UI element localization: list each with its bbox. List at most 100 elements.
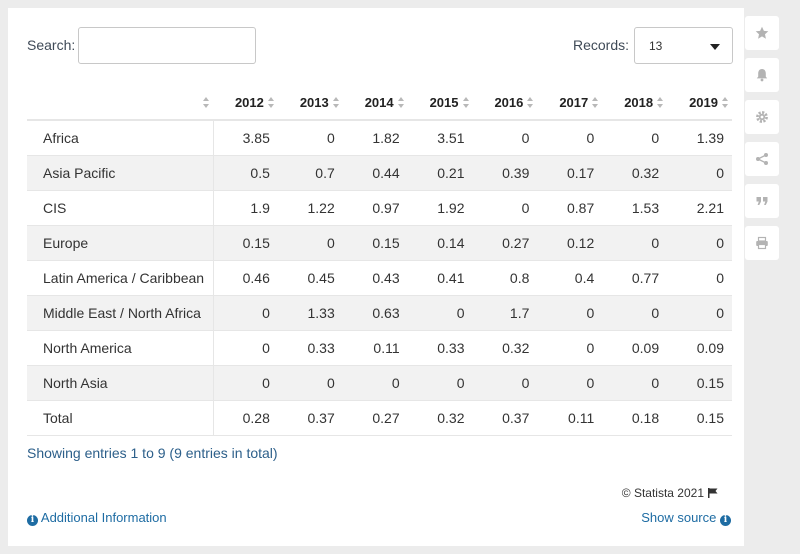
records-select[interactable]: 13 bbox=[634, 27, 733, 64]
table-cell: 0.46 bbox=[213, 260, 278, 296]
table-cell: 0.14 bbox=[407, 225, 473, 261]
table-cell: 0 bbox=[667, 260, 732, 296]
info-icon: i bbox=[27, 515, 38, 526]
column-header-2013[interactable]: 2013 bbox=[277, 86, 343, 121]
table-cell: 0.44 bbox=[342, 155, 408, 191]
table-cell: 0 bbox=[213, 295, 278, 331]
table-row: Latin America / Caribbean 0.46 0.45 0.43 0.4… bbox=[27, 260, 732, 296]
column-header-2019[interactable]: 2019 bbox=[667, 86, 732, 121]
column-header-2015[interactable]: 2015 bbox=[407, 86, 473, 121]
table-cell: 0.41 bbox=[407, 260, 473, 296]
show-source-link[interactable]: Show source i bbox=[641, 510, 731, 526]
table-cell: 0 bbox=[537, 120, 603, 156]
row-label: Africa bbox=[27, 120, 214, 156]
column-header-2016[interactable]: 2016 bbox=[472, 86, 538, 121]
bell-icon bbox=[756, 69, 768, 82]
table-cell: 0.8 bbox=[472, 260, 538, 296]
table-cell: 3.85 bbox=[213, 120, 278, 156]
info-icon: i bbox=[720, 515, 731, 526]
table-row: North America 0 0.33 0.11 0.33 0.32 0 0.09 0.09 bbox=[27, 330, 732, 366]
table-cell: 1.53 bbox=[602, 190, 668, 226]
table-cell: 0.7 bbox=[277, 155, 343, 191]
row-label: Total bbox=[27, 400, 214, 436]
row-label: North Asia bbox=[27, 365, 214, 401]
quote-icon bbox=[756, 197, 768, 205]
table-cell: 0 bbox=[277, 365, 343, 401]
table-cell: 0.11 bbox=[537, 400, 603, 436]
chevron-down-icon bbox=[710, 44, 720, 50]
table-cell: 0.09 bbox=[667, 330, 732, 366]
table-row: CIS 1.9 1.22 0.97 1.92 0 0.87 1.53 2.21 bbox=[27, 190, 732, 226]
sort-icon bbox=[203, 97, 210, 109]
additional-information-link[interactable]: i Additional Information bbox=[27, 510, 167, 526]
row-label: CIS bbox=[27, 190, 214, 226]
print-button[interactable] bbox=[745, 226, 779, 260]
table-cell: 1.39 bbox=[667, 120, 732, 156]
statistic-panel: Search: Records: 13 2012 2013 2014 2015 2016… bbox=[8, 8, 744, 546]
column-header-2012[interactable]: 2012 bbox=[213, 86, 278, 121]
table-cell: 0.21 bbox=[407, 155, 473, 191]
bookmark-button[interactable] bbox=[745, 16, 779, 50]
copyright: © Statista 2021 bbox=[622, 486, 718, 500]
table-cell: 0.28 bbox=[213, 400, 278, 436]
column-header-2017[interactable]: 2017 bbox=[537, 86, 603, 121]
table-cell: 0.39 bbox=[472, 155, 538, 191]
column-header-region[interactable] bbox=[27, 86, 213, 121]
row-label: North America bbox=[27, 330, 214, 366]
records-selected-value: 13 bbox=[649, 39, 663, 53]
sort-icon bbox=[332, 97, 340, 109]
table-cell: 0.37 bbox=[472, 400, 538, 436]
flag-icon[interactable] bbox=[708, 488, 718, 498]
sort-icon bbox=[462, 97, 470, 109]
table-cell: 0.11 bbox=[342, 330, 408, 366]
table-cell: 0.4 bbox=[537, 260, 603, 296]
search-label: Search: bbox=[27, 37, 76, 53]
table-cell: 0.33 bbox=[277, 330, 343, 366]
table-cell: 1.33 bbox=[277, 295, 343, 331]
table-cell: 0 bbox=[472, 365, 538, 401]
row-label: Europe bbox=[27, 225, 214, 261]
table-cell: 0.18 bbox=[602, 400, 668, 436]
table-cell: 0.12 bbox=[537, 225, 603, 261]
sort-icon bbox=[722, 97, 729, 109]
table-cell: 0 bbox=[667, 155, 732, 191]
settings-button[interactable] bbox=[745, 100, 779, 134]
table-cell: 0 bbox=[537, 330, 603, 366]
sort-icon bbox=[397, 97, 405, 109]
table-cell: 0.15 bbox=[667, 365, 732, 401]
column-header-2018[interactable]: 2018 bbox=[602, 86, 668, 121]
table-row: North Asia 0 0 0 0 0 0 0 0.15 bbox=[27, 365, 732, 401]
table-cell: 0.32 bbox=[407, 400, 473, 436]
sort-icon bbox=[657, 97, 664, 109]
table-cell: 0 bbox=[537, 295, 603, 331]
table-cell: 0.32 bbox=[602, 155, 668, 191]
row-label: Asia Pacific bbox=[27, 155, 214, 191]
table-row: Asia Pacific 0.5 0.7 0.44 0.21 0.39 0.17 0.32 0 bbox=[27, 155, 732, 191]
search-input[interactable] bbox=[78, 27, 256, 64]
table-cell: 0.97 bbox=[342, 190, 408, 226]
table-cell: 1.92 bbox=[407, 190, 473, 226]
table-cell: 0 bbox=[407, 365, 473, 401]
table-cell: 0 bbox=[602, 225, 668, 261]
data-table: 2012 2013 2014 2015 2016 2017 2018 2019 Africa 3… bbox=[27, 86, 732, 436]
table-cell: 0 bbox=[472, 120, 538, 156]
table-cell: 0 bbox=[667, 295, 732, 331]
table-cell: 1.9 bbox=[213, 190, 278, 226]
table-cell: 0 bbox=[602, 295, 668, 331]
action-sidebar bbox=[745, 16, 781, 268]
notification-button[interactable] bbox=[745, 58, 779, 92]
table-cell: 0.77 bbox=[602, 260, 668, 296]
sort-icon bbox=[592, 97, 599, 109]
table-cell: 0.45 bbox=[277, 260, 343, 296]
table-cell: 0.09 bbox=[602, 330, 668, 366]
table-cell: 1.22 bbox=[277, 190, 343, 226]
share-button[interactable] bbox=[745, 142, 779, 176]
table-cell: 0.5 bbox=[213, 155, 278, 191]
cite-button[interactable] bbox=[745, 184, 779, 218]
column-header-2014[interactable]: 2014 bbox=[342, 86, 408, 121]
table-cell: 0 bbox=[407, 295, 473, 331]
table-row: Total 0.28 0.37 0.27 0.32 0.37 0.11 0.18 0.15 bbox=[27, 400, 732, 436]
star-icon bbox=[755, 26, 769, 39]
table-cell: 0.15 bbox=[213, 225, 278, 261]
table-cell: 0 bbox=[472, 190, 538, 226]
